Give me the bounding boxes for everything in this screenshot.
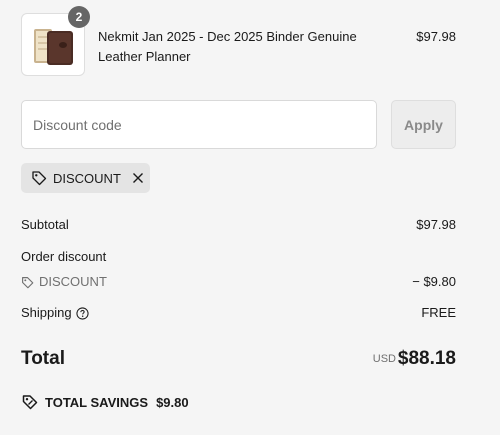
leather-planner-thumbnail [34,29,73,65]
order-discount-label: Order discount [21,249,107,264]
discount-code-input[interactable] [21,100,377,149]
close-icon[interactable] [132,172,144,184]
discount-code-label: DISCOUNT [39,274,107,289]
product-name: Nekmit Jan 2025 - Dec 2025 Binder Genuin… [98,29,357,64]
shipping-label: Shipping [21,305,72,320]
quantity-badge: 2 [68,6,90,28]
currency-code: USD [372,353,396,365]
shipping-row: Shipping [21,304,89,322]
total-label: Total [21,348,65,369]
tag-icon [22,276,34,288]
subtotal-label: Subtotal [21,217,69,232]
applied-discount-code: DISCOUNT [53,170,121,186]
shipping-value: FREE [421,305,456,320]
applied-discount-chip: DISCOUNT [21,163,150,193]
subtotal-value: $97.98 [416,217,456,232]
savings-tag-icon [22,395,38,410]
discount-value: − $9.80 [412,274,456,289]
product-price: $97.98 [416,29,456,44]
discount-code-row: DISCOUNT [21,273,107,291]
apply-button[interactable]: Apply [391,100,456,149]
info-icon[interactable] [76,306,89,320]
savings-label: TOTAL SAVINGS [45,394,149,410]
total-value: $88.18 [397,348,456,369]
savings-value: $9.80 [156,394,189,410]
tag-icon [32,171,47,186]
total-savings: TOTAL SAVINGS $9.80 [21,393,189,411]
